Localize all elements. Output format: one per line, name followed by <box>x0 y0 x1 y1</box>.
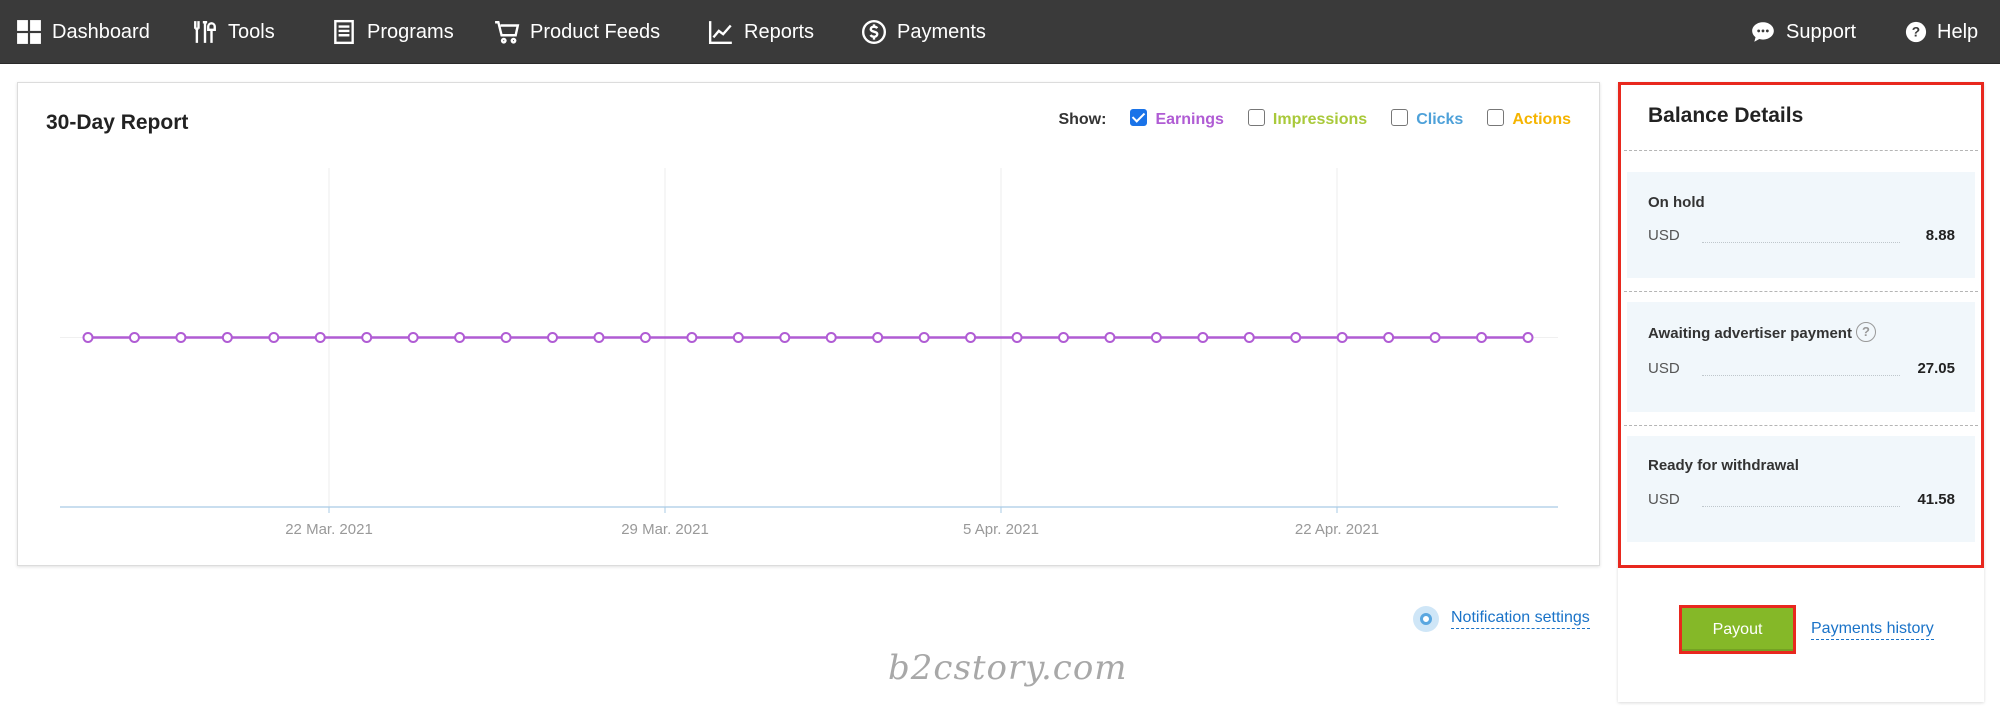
earnings-data-point <box>1057 332 1069 343</box>
earnings-data-point <box>732 332 744 343</box>
dashboard-grid-icon <box>17 20 41 44</box>
top-navigation-bar: Dashboard Tools Programs Product Feeds R… <box>0 0 2000 64</box>
earnings-line-chart: 22 Mar. 2021 29 Mar. 2021 5 Apr. 2021 22 Ap… <box>60 168 1558 538</box>
x-tick-label: 22 Apr. 2021 <box>1295 521 1379 538</box>
earnings-data-point <box>1336 332 1348 343</box>
balance-title: Balance Details <box>1648 104 1804 127</box>
earnings-data-point <box>825 332 837 343</box>
earnings-data-point <box>128 332 140 343</box>
question-circle-icon: ? <box>1905 21 1927 43</box>
earnings-data-point <box>1197 332 1209 343</box>
nav-dashboard-label: Dashboard <box>52 20 150 43</box>
help-question-icon[interactable]: ? <box>1855 322 1876 342</box>
earnings-data-point <box>221 332 233 343</box>
awaiting-label: Awaiting advertiser payment <box>1648 324 1852 342</box>
nav-tools-label: Tools <box>228 20 275 43</box>
earnings-data-point <box>454 332 466 343</box>
chat-bubble-icon <box>1752 22 1774 42</box>
nav-support[interactable]: Support <box>1750 0 1856 64</box>
notification-settings-icon <box>1413 606 1439 632</box>
x-tick-label: 5 Apr. 2021 <box>963 521 1039 538</box>
nav-product-feeds-label: Product Feeds <box>530 20 661 43</box>
report-card: 30-Day Report Show: Earnings Impressions… <box>17 82 1600 566</box>
balance-divider <box>1624 150 1978 151</box>
x-tick-label: 22 Mar. 2021 <box>285 521 373 538</box>
earnings-data-point <box>1290 332 1302 343</box>
earnings-data-point <box>686 332 698 343</box>
nav-payments[interactable]: Payments <box>861 0 986 64</box>
earnings-data-point <box>268 332 280 343</box>
ready-leader <box>1702 506 1900 507</box>
balance-divider <box>1624 425 1978 426</box>
balance-block-awaiting: Awaiting advertiser payment? USD 27.05 <box>1627 302 1975 412</box>
ready-label: Ready for withdrawal <box>1648 457 1799 474</box>
nav-tools[interactable]: Tools <box>192 0 275 64</box>
svg-text:?: ? <box>1912 25 1920 40</box>
earnings-data-point <box>82 332 94 343</box>
earnings-data-point <box>1243 332 1255 343</box>
earnings-data-point <box>965 332 977 343</box>
nav-programs[interactable]: Programs <box>331 0 454 64</box>
earnings-data-point <box>1476 332 1488 343</box>
balance-divider <box>1624 291 1978 292</box>
earnings-data-point <box>872 332 884 343</box>
balance-block-on-hold: On hold USD 8.88 <box>1627 172 1975 278</box>
nav-reports[interactable]: Reports <box>708 0 814 64</box>
awaiting-label-row: Awaiting advertiser payment? <box>1648 322 1876 344</box>
earnings-data-point <box>547 332 559 343</box>
awaiting-leader <box>1702 375 1900 376</box>
earnings-data-point <box>639 332 651 343</box>
earnings-data-point <box>500 332 512 343</box>
nav-product-feeds[interactable]: Product Feeds <box>494 0 660 64</box>
payout-button[interactable]: Payout <box>1679 605 1796 654</box>
earnings-data-point <box>593 332 605 343</box>
earnings-data-point <box>1522 332 1534 343</box>
ready-currency: USD <box>1648 491 1680 508</box>
programs-list-icon <box>334 19 354 45</box>
notification-settings-label: Notification settings <box>1451 609 1590 629</box>
cart-icon <box>495 21 520 44</box>
earnings-data-point <box>1383 332 1395 343</box>
watermark: b2cstory.com <box>888 648 1128 688</box>
on-hold-value: 8.88 <box>1925 227 1955 244</box>
on-hold-label: On hold <box>1648 194 1705 211</box>
awaiting-currency: USD <box>1648 360 1680 377</box>
nav-dashboard[interactable]: Dashboard <box>16 0 150 64</box>
nav-reports-label: Reports <box>744 20 815 43</box>
dollar-circle-icon <box>861 19 887 45</box>
notification-settings-link[interactable]: Notification settings <box>1413 606 1590 632</box>
line-chart-icon <box>708 21 732 45</box>
earnings-data-point <box>1429 332 1441 343</box>
earnings-data-point <box>175 332 187 343</box>
balance-block-ready: Ready for withdrawal USD 41.58 <box>1627 436 1975 542</box>
tools-icon <box>194 21 216 43</box>
earnings-data-point <box>1011 332 1023 343</box>
earnings-data-point <box>918 332 930 343</box>
earnings-data-point <box>779 332 791 343</box>
nav-support-label: Support <box>1786 20 1857 43</box>
earnings-data-point <box>361 332 373 343</box>
nav-help[interactable]: ? Help <box>1905 0 1978 64</box>
payments-history-link[interactable]: Payments history <box>1811 620 1934 640</box>
earnings-data-point <box>1104 332 1116 343</box>
on-hold-leader <box>1702 242 1900 243</box>
on-hold-currency: USD <box>1648 227 1680 244</box>
nav-help-label: Help <box>1937 20 1979 43</box>
x-tick-label: 29 Mar. 2021 <box>621 521 709 538</box>
earnings-data-point <box>407 332 419 343</box>
ready-value: 41.58 <box>1917 491 1955 508</box>
earnings-data-point <box>314 332 326 343</box>
nav-programs-label: Programs <box>367 20 454 43</box>
nav-payments-label: Payments <box>897 20 986 43</box>
awaiting-value: 27.05 <box>1917 360 1955 377</box>
earnings-data-point <box>1150 332 1162 343</box>
